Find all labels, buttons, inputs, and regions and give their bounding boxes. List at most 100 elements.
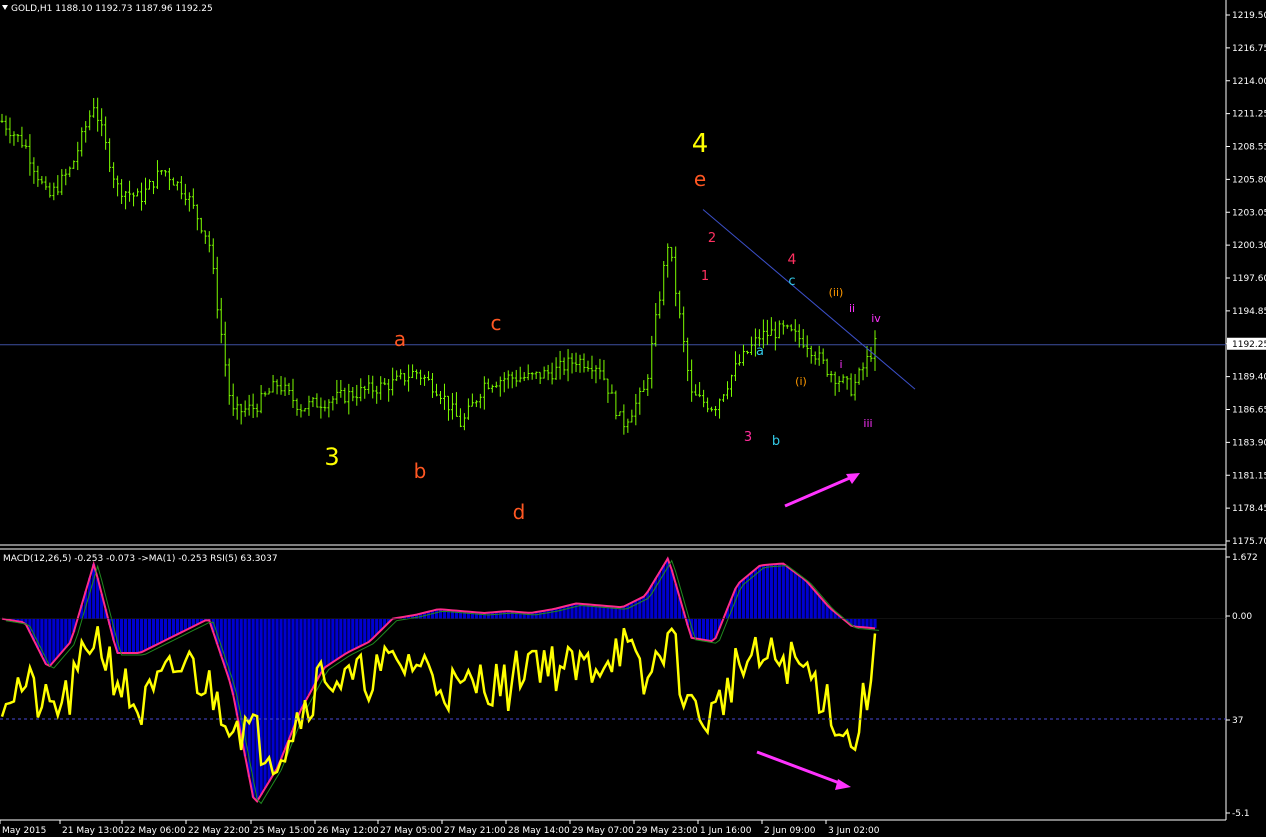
time-tick-label: 22 May 22:00 <box>188 826 250 836</box>
price-bar <box>267 387 271 395</box>
price-bar <box>797 324 801 348</box>
price-tick-label: 1211.25 <box>1232 110 1266 120</box>
price-bar <box>52 182 56 201</box>
price-bar <box>76 141 80 171</box>
wave-label: iv <box>871 312 881 325</box>
price-tick-label: 1197.60 <box>1232 274 1266 284</box>
time-tick-label: 22 May 06:00 <box>124 826 186 836</box>
price-bar <box>20 126 24 148</box>
price-bar <box>136 188 140 197</box>
wave-label: 4 <box>692 129 709 159</box>
wave-label: i <box>839 358 842 371</box>
price-bar <box>311 397 315 408</box>
price-bar <box>275 379 279 395</box>
price-tick-label: 1178.45 <box>1232 504 1266 514</box>
price-bar <box>383 378 387 386</box>
price-bar <box>247 394 251 416</box>
wave-label: ii <box>849 302 855 315</box>
price-bar <box>450 392 454 420</box>
time-tick-label: 2 Jun 09:00 <box>764 826 816 836</box>
price-bar <box>706 397 710 413</box>
price-bar <box>869 346 873 362</box>
price-bar <box>542 366 546 379</box>
price-bar <box>602 359 606 381</box>
price-bar <box>658 291 662 319</box>
indicator-header: MACD(12,26,5) -0.253 -0.073 ->MA(1) -0.2… <box>3 554 278 564</box>
price-bar <box>674 246 678 307</box>
wave-label: (ii) <box>829 286 844 299</box>
price-bar <box>319 397 323 419</box>
price-tick-label: 1219.50 <box>1232 11 1266 21</box>
price-bar <box>343 387 347 404</box>
price-bar <box>458 408 462 428</box>
price-bar <box>283 377 287 396</box>
price-bar <box>698 382 702 398</box>
price-bar <box>363 385 367 399</box>
price-bar <box>570 353 574 374</box>
price-bar <box>403 373 407 386</box>
price-bar <box>12 131 16 146</box>
price-bar <box>371 375 375 399</box>
price-bar <box>562 357 566 375</box>
indicator-tick-label: 0.00 <box>1232 612 1252 622</box>
price-bar <box>132 192 136 207</box>
price-bar <box>96 97 100 132</box>
price-bar <box>64 168 68 186</box>
price-bar <box>299 404 303 418</box>
indicator-panel <box>0 556 1226 805</box>
price-bar <box>646 374 650 396</box>
price-bar <box>415 369 419 380</box>
price-bar <box>395 370 399 381</box>
time-tick-label: 29 May 07:00 <box>572 826 634 836</box>
price-bar <box>590 355 594 379</box>
price-bar <box>435 383 439 397</box>
price-bar <box>745 350 749 355</box>
price-bar <box>303 408 307 412</box>
price-bar <box>789 324 793 332</box>
price-bar <box>8 117 12 144</box>
price-bar <box>104 116 108 150</box>
chart-header: GOLD,H1 1188.10 1192.73 1187.96 1192.25 <box>2 4 213 14</box>
price-bar <box>379 376 383 400</box>
price-bar <box>558 350 562 380</box>
time-tick-label: 25 May 15:00 <box>253 826 315 836</box>
price-bar <box>80 127 84 157</box>
price-bar <box>211 238 215 275</box>
price-bar <box>423 374 427 386</box>
price-bar <box>781 320 785 335</box>
price-bar <box>466 398 470 420</box>
price-bar <box>323 400 327 412</box>
wave-label: b <box>772 434 780 449</box>
price-bar <box>638 387 642 415</box>
price-bar <box>179 176 183 200</box>
wave-labels: 4e3abcd2134abc(i)(ii)iiiiiiiv <box>324 129 881 524</box>
price-bar <box>355 384 359 406</box>
price-bar <box>24 139 28 149</box>
price-bar <box>16 133 20 143</box>
time-tick-label: 28 May 14:00 <box>508 826 570 836</box>
wave-label: a <box>394 327 406 351</box>
price-bar <box>183 183 187 206</box>
price-bar <box>793 319 797 342</box>
price-bar <box>841 374 845 384</box>
axes: 1219.50 1216.75 1214.00 1211.25 1208.55 1205.… <box>0 11 1266 836</box>
arrow-down-icon <box>756 750 851 790</box>
price-bar <box>462 413 466 431</box>
wave-label: (i) <box>795 375 807 388</box>
price-bar <box>223 321 227 377</box>
price-bar <box>662 260 666 306</box>
price-bar <box>251 393 255 418</box>
price-bar <box>514 369 518 387</box>
price-bar <box>642 380 646 393</box>
price-bar <box>566 349 570 382</box>
price-bar <box>666 243 670 278</box>
price-bar <box>431 372 435 398</box>
price-bar <box>729 374 733 397</box>
price-bar <box>155 160 159 189</box>
price-bar <box>124 191 128 210</box>
price-bar <box>407 364 411 392</box>
price-bar <box>88 110 92 131</box>
time-tick-label: 26 May 12:00 <box>317 826 379 836</box>
price-bar <box>427 371 431 381</box>
price-bar <box>865 346 869 377</box>
